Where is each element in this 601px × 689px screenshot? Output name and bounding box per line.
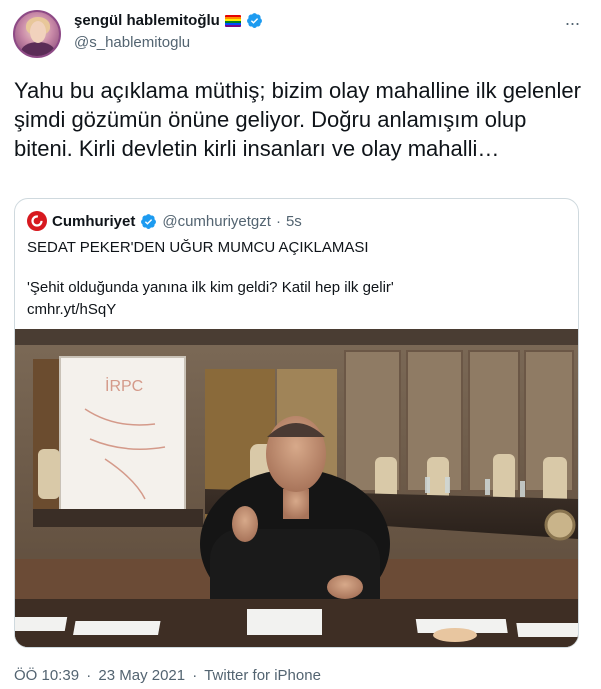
avatar[interactable] <box>13 10 61 58</box>
author-name-row: şengül hablemitoğlu <box>74 12 263 29</box>
separator-dot: · <box>86 667 92 684</box>
meeting-room-photo: İRPC <box>15 329 578 647</box>
quoted-tweet-header: Cumhuriyet @cumhuriyetgzt · 5s <box>27 211 302 231</box>
quoted-title: SEDAT PEKER'DEN UĞUR MUMCU AÇIKLAMASI <box>27 239 369 256</box>
verified-badge-icon <box>141 213 157 229</box>
svg-text:İRPC: İRPC <box>105 376 143 395</box>
quoted-display-name: Cumhuriyet <box>52 212 136 230</box>
quoted-body: 'Şehit olduğunda yanına ilk kim geldi? K… <box>27 279 394 296</box>
quoted-tweet-card[interactable]: Cumhuriyet @cumhuriyetgzt · 5s SEDAT PEK… <box>14 198 579 648</box>
flag-stripe <box>224 24 241 27</box>
quoted-link[interactable]: cmhr.yt/hSqY <box>27 301 116 318</box>
quoted-media-image[interactable]: İRPC <box>15 329 578 647</box>
author-handle[interactable]: @s_hablemitoglu <box>74 34 190 51</box>
tweet-meta: ÖÖ 10:39 · 23 May 2021 · Twitter for iPh… <box>14 667 321 684</box>
tweet-text: Yahu bu açıklama müthiş; bizim olay maha… <box>14 78 581 161</box>
tweet-date[interactable]: 23 May 2021 <box>98 667 185 684</box>
cumhuriyet-logo-icon <box>27 211 47 231</box>
more-options-icon: ··· <box>564 13 581 33</box>
tweet-source[interactable]: Twitter for iPhone <box>204 667 321 684</box>
separator-dot: · <box>192 667 198 684</box>
quoted-handle: @cumhuriyetgzt <box>162 212 271 230</box>
separator-dot: · <box>275 212 281 230</box>
rainbow-flag-icon <box>224 14 241 27</box>
more-options-button[interactable]: ··· <box>561 12 583 34</box>
quoted-timestamp: 5s <box>285 212 302 230</box>
author-display-name[interactable]: şengül hablemitoğlu <box>74 12 220 29</box>
verified-badge-icon <box>246 13 262 28</box>
tweet-time[interactable]: ÖÖ 10:39 <box>14 667 79 684</box>
